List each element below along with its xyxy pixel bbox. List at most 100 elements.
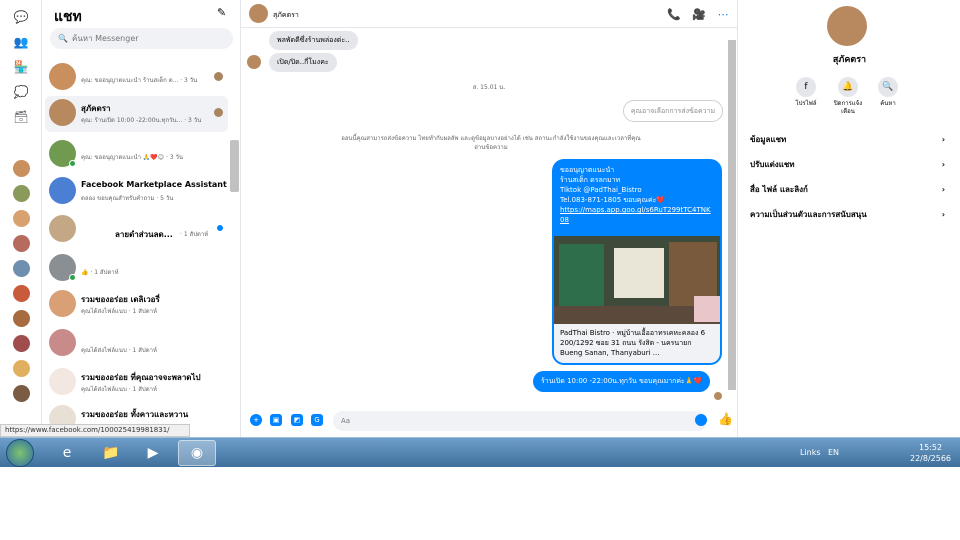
conversation-item[interactable]: คุณได้ส่งไฟล์แนบ · 1 สัปดาห์: [45, 326, 228, 362]
emoji-icon[interactable]: [695, 414, 707, 426]
people-icon[interactable]: 👥: [12, 33, 30, 51]
avatar: [49, 215, 76, 242]
chat-list-panel: แชท ✎ 🔍 คุณ: ขออนุญาตแนะนำ ร้านสเต็ก ต..…: [42, 0, 241, 437]
chats-icon[interactable]: 💬: [12, 8, 30, 26]
phone-icon[interactable]: 📞: [667, 7, 681, 21]
sticker-icon[interactable]: ◩: [291, 414, 303, 426]
search-box[interactable]: 🔍: [50, 28, 233, 49]
online-indicator: [69, 274, 76, 281]
info-row-chat-info[interactable]: ข้อมูลแชท ›: [750, 130, 945, 148]
compose-icon[interactable]: ✎: [217, 6, 231, 20]
facebook-icon: f: [796, 77, 816, 97]
profile-action[interactable]: f โปรไฟล์: [786, 77, 826, 108]
rail-avatar[interactable]: [13, 160, 30, 177]
rail-avatar[interactable]: [13, 185, 30, 202]
conversation-item[interactable]: Facebook Marketplace Assistant ดลอง ขอบค…: [45, 174, 228, 210]
rail-avatar[interactable]: [13, 360, 30, 377]
clock[interactable]: 15:52 22/8/2566: [910, 442, 951, 464]
video-icon[interactable]: 🎥: [692, 7, 706, 21]
avatar: [49, 99, 76, 126]
info-contact-name: สุภัคตรา: [832, 55, 867, 65]
unread-dot: [217, 225, 223, 231]
rail-avatar[interactable]: [13, 235, 30, 252]
card-line: Tiktok @PadThai_Bistro: [560, 186, 642, 194]
rail-avatar[interactable]: [13, 310, 30, 327]
info-row-customize[interactable]: ปรับแต่งแชท ›: [750, 155, 945, 173]
rail-avatar[interactable]: [13, 210, 30, 227]
start-button[interactable]: [6, 439, 34, 467]
info-panel: สุภัคตรา f โปรไฟล์ 🔔 ปิดการแจ้งเตือน 🔍 ค…: [737, 0, 960, 437]
requests-icon[interactable]: 💭: [12, 83, 30, 101]
info-row-privacy[interactable]: ความเป็นส่วนตัวและการสนับสนุน ›: [750, 205, 945, 223]
row-label: ความเป็นส่วนตัวและการสนับสนุน: [750, 209, 867, 219]
media-player-icon[interactable]: ▶: [134, 440, 172, 466]
archive-icon[interactable]: 🗃: [12, 108, 30, 126]
conversation-item[interactable]: คุณ: ขออนุญาตแนะนำ ร้านสเต็ก ต... · 3 วั…: [45, 60, 228, 96]
contact-name[interactable]: สุภัคตรา: [273, 10, 299, 21]
search-action[interactable]: 🔍 ค้นหา: [868, 77, 908, 108]
chat-list-scrollbar[interactable]: [230, 140, 239, 192]
gif-icon[interactable]: G: [311, 414, 323, 426]
map-link[interactable]: https://maps.app.goo.gl/s6RuT299tTC4TNK0…: [560, 205, 714, 225]
row-label: สื่อ ไฟล์ และลิงก์: [750, 184, 808, 194]
conversation-preview: คุณ: ร้านเปิด 10:00 -22:00น.ทุกวัน... · …: [81, 117, 202, 124]
mute-action[interactable]: 🔔 ปิดการแจ้งเตือน: [828, 77, 868, 116]
conversation-item[interactable]: 👍 · 1 สัปดาห์: [45, 251, 228, 287]
conversation-preview: · 1 สัปดาห์: [180, 231, 209, 238]
rail-avatar[interactable]: [13, 260, 30, 277]
link-message-card[interactable]: ขออนุญาตแนะนำ ร้านสเต็ก ดรลกมาท Tiktok @…: [552, 159, 722, 365]
search-icon: 🔍: [58, 34, 68, 43]
conversation-scrollbar[interactable]: [728, 40, 736, 390]
messenger-window: 💬 👥 🏪 💭 🗃 แชท ✎ 🔍 คุณ: ขออนุญาตแนะนำ ร้า…: [0, 0, 960, 540]
marketplace-avatar: [49, 177, 76, 204]
chat-list-title: แชท: [54, 9, 82, 25]
links-toolbar[interactable]: Links: [800, 448, 821, 457]
language-indicator[interactable]: EN: [828, 448, 839, 457]
action-label: ค้นหา: [880, 100, 896, 107]
seen-avatar: [214, 72, 223, 81]
conversation-preview: คุณได้ส่งไฟล์แนบ · 1 สัปดาห์: [81, 386, 157, 393]
explorer-icon[interactable]: 📁: [92, 440, 130, 466]
image-icon[interactable]: ▣: [270, 414, 282, 426]
conversation-name: รวมของอร่อย เดลิเวอรี่: [81, 295, 160, 304]
rail-avatar[interactable]: [13, 335, 30, 352]
chrome-icon[interactable]: ◉: [178, 440, 216, 466]
chevron-right-icon: ›: [941, 209, 945, 219]
conversation-item[interactable]: รวมของอร่อย เดลิเวอรี่ คุณได้ส่งไฟล์แนบ …: [45, 287, 228, 323]
contact-avatar-large[interactable]: [827, 6, 867, 46]
rail-avatar[interactable]: [13, 285, 30, 302]
conversation-preview: คุณได้ส่งไฟล์แนบ · 1 สัปดาห์: [81, 308, 157, 315]
marketplace-icon[interactable]: 🏪: [12, 58, 30, 76]
avatar: [49, 63, 76, 90]
conversation-search[interactable]: คุณอาจเลือกการส่งข้อความ: [623, 100, 723, 122]
link-preview[interactable]: PadThai Bistro · หมู่บ้านเอื้ออาทรเคหะคล…: [554, 324, 720, 363]
windows-taskbar: e 📁 ▶ ◉ Links EN 15:52 22/8/2566: [0, 437, 960, 467]
plus-icon[interactable]: +: [250, 414, 262, 426]
conversation-preview: คุณได้ส่งไฟล์แนบ · 1 สัปดาห์: [81, 347, 157, 354]
more-info-icon[interactable]: ⋯: [716, 7, 730, 21]
system-tray: Links EN 15:52 22/8/2566: [760, 438, 960, 468]
rail-avatar[interactable]: [13, 385, 30, 402]
conversation-name: Facebook Marketplace Assistant: [81, 180, 227, 189]
conversation-panel: สุภัคตรา 📞 🎥 ⋯ พลพัดดีซึ่งร้านพล่องต่ะ..…: [241, 0, 737, 437]
ie-icon[interactable]: e: [48, 440, 86, 466]
card-line: Tel.083-871-1805 ขอบคุณค่ะ❤️: [560, 196, 666, 204]
contact-avatar[interactable]: [249, 4, 268, 23]
search-input[interactable]: [71, 34, 222, 43]
conversation-item[interactable]: คุณ: ขออนุญาตแนะนำ 🙏❤️😊 · 3 วัน: [45, 137, 228, 173]
privacy-notice: ออนนี้คุณสามารถส่งข้อความ ไทยทำกับผลลัพ …: [341, 135, 641, 151]
restaurant-photo: [554, 236, 720, 324]
info-row-media[interactable]: สื่อ ไฟล์ และลิงก์ ›: [750, 180, 945, 198]
conversation-name: ลายดำส่วนลด...: [115, 230, 173, 239]
conversation-item[interactable]: ลายดำส่วนลด... · 1 สัปดาห์: [45, 212, 228, 248]
conversation-item-selected[interactable]: สุภัคตรา คุณ: ร้านเปิด 10:00 -22:00น.ทุก…: [45, 96, 228, 132]
browser-status-bar: https://www.facebook.com/100025419981831…: [0, 424, 190, 437]
conversation-item[interactable]: รวมของอร่อย ที่คุณอาจจะพลาดไป คุณได้ส่งไ…: [45, 365, 228, 401]
online-indicator: [69, 160, 76, 167]
card-line: ขออนุญาตแนะนำ: [560, 166, 615, 174]
left-rail: 💬 👥 🏪 💭 🗃: [0, 0, 42, 437]
conversation-name: สุภัคตรา: [81, 104, 111, 113]
like-icon[interactable]: 👍: [718, 412, 733, 426]
message-input[interactable]: [333, 411, 707, 431]
conversation-name: รวมของอร่อย ที่คุณอาจจะพลาดไป: [81, 373, 201, 382]
